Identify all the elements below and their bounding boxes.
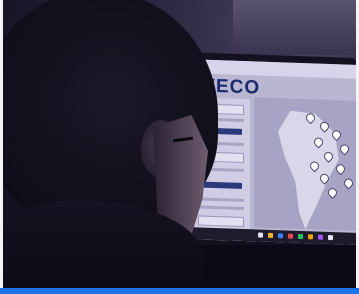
- accent-bar: [0, 288, 359, 294]
- taskbar-app-icon: [328, 234, 333, 241]
- taskbar-app-icon: [318, 234, 323, 240]
- screen-sidebar-field: [198, 215, 244, 228]
- taskbar-app-icon: [298, 233, 303, 240]
- video-frame: IVECO: [0, 0, 359, 294]
- map-pin-icon: [326, 186, 339, 199]
- screen-map-continent: [278, 110, 340, 230]
- map-pin-icon: [338, 142, 351, 156]
- photo: IVECO: [3, 0, 356, 288]
- screen-map: [254, 97, 356, 231]
- map-pin-icon: [342, 176, 355, 190]
- taskbar-app-icon: [258, 232, 263, 238]
- taskbar-app-icon: [278, 233, 283, 239]
- taskbar-app-icon: [268, 232, 273, 239]
- background-wall: [233, 0, 356, 55]
- taskbar-app-icon: [288, 233, 293, 239]
- taskbar-app-icon: [308, 234, 313, 240]
- screen-sidebar-line: [196, 205, 244, 211]
- screen-sidebar-line: [196, 197, 244, 203]
- desk: [183, 245, 356, 288]
